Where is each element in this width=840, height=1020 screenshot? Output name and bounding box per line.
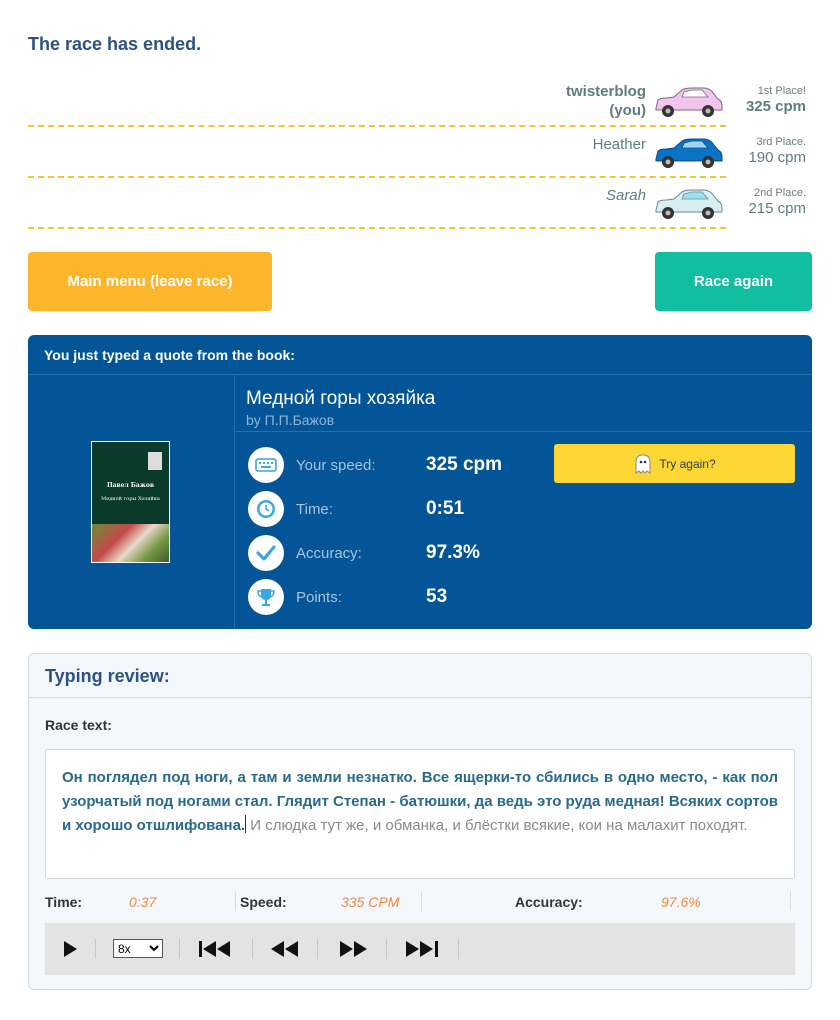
- cover-illustration: [92, 524, 169, 562]
- review-title: Typing review:: [29, 654, 811, 698]
- race-track-3: Sarah: [28, 178, 726, 229]
- racer-result-1: 1st Place! 325 cpm: [745, 85, 806, 115]
- review-stats: Time: 0:37 Speed: 335 CPM Accuracy: 97.6%: [45, 891, 795, 915]
- playback-speed-select[interactable]: 1x 2x 4x 8x: [113, 939, 163, 958]
- try-again-button[interactable]: Try again?: [554, 444, 795, 483]
- quote-header: You just typed a quote from the book:: [28, 335, 812, 375]
- ghost-icon: [635, 453, 651, 474]
- race-track-2: Heather: [28, 127, 726, 178]
- skip-to-start-icon[interactable]: [197, 936, 235, 962]
- review-speed-value: 335 CPM: [341, 894, 400, 910]
- quote-panel: You just typed a quote from the book: Па…: [28, 335, 812, 629]
- trophy-icon: [248, 579, 284, 615]
- emblem-icon: [148, 452, 162, 470]
- race-status: The race has ended.: [28, 34, 202, 54]
- untyped-text: И слюдка тут же, и обманка, и блёстки вс…: [246, 817, 748, 834]
- stat-points: Points: 53: [248, 579, 548, 615]
- racer-name: Heather: [592, 136, 646, 153]
- racer-name: twisterblog (you): [565, 83, 646, 119]
- book-cover-area: Павел Бажов Медной горы Хозяйка: [28, 375, 235, 629]
- replay-player: 1x 2x 4x 8x: [45, 923, 795, 975]
- car-icon: [655, 138, 723, 168]
- typing-review: Typing review: Race text: Он поглядел по…: [28, 653, 812, 990]
- review-accuracy-value: 97.6%: [661, 894, 701, 910]
- keyboard-icon: [248, 447, 284, 483]
- rewind-icon[interactable]: [269, 936, 301, 962]
- car-icon: [655, 87, 723, 117]
- stat-accuracy: Accuracy: 97.3%: [248, 535, 548, 571]
- fast-forward-icon[interactable]: [337, 936, 369, 962]
- clock-icon: [248, 491, 284, 527]
- car-icon: [655, 189, 723, 219]
- race-text-label: Race text:: [45, 717, 112, 733]
- racer-result-2: 3rd Place. 190 cpm: [748, 136, 806, 166]
- race-text: Он поглядел под ноги, а там и земли незн…: [45, 749, 795, 879]
- stat-time: Time: 0:51: [248, 491, 548, 527]
- racer-name: Sarah: [605, 187, 646, 204]
- book-title[interactable]: Медной горы хозяйка: [246, 388, 435, 410]
- quote-details: Медной горы хозяйка by П.П.Бажов Your sp…: [236, 375, 812, 629]
- book-cover-image[interactable]: Павел Бажов Медной горы Хозяйка: [91, 441, 170, 563]
- book-author: by П.П.Бажов: [246, 412, 335, 428]
- main-menu-button[interactable]: Main menu (leave race): [28, 252, 272, 311]
- checkmark-icon: [248, 535, 284, 571]
- skip-to-end-icon[interactable]: [403, 936, 441, 962]
- racer-result-3: 2nd Place. 215 cpm: [748, 187, 806, 217]
- stat-speed: Your speed: 325 cpm: [248, 447, 548, 483]
- race-track-1: twisterblog (you): [28, 76, 726, 127]
- race-again-button[interactable]: Race again: [655, 252, 812, 311]
- review-time-value: 0:37: [129, 894, 157, 910]
- play-icon[interactable]: [61, 936, 79, 962]
